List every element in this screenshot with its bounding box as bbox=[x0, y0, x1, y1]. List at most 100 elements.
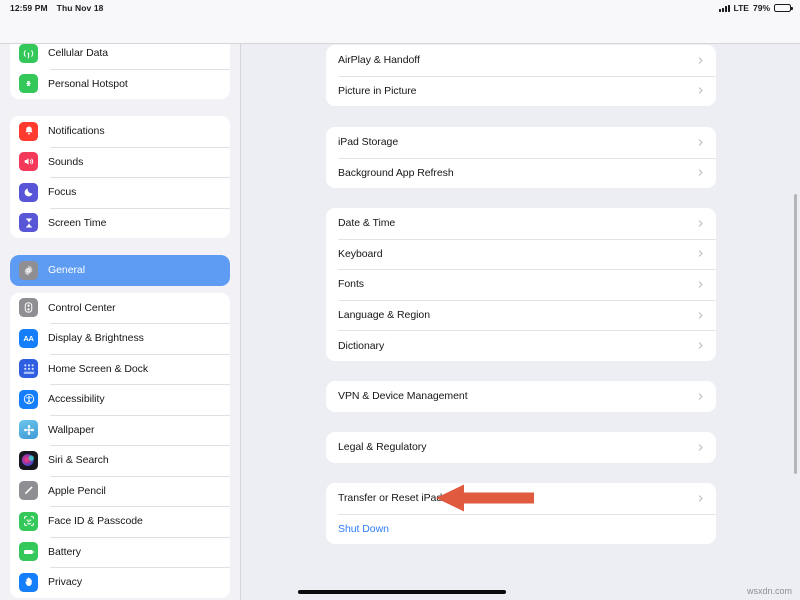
detail-row-label: Legal & Regulatory bbox=[338, 441, 696, 453]
status-date: Thu Nov 18 bbox=[57, 3, 104, 13]
detail-group-storage: iPad Storage Background App Refresh bbox=[326, 127, 716, 188]
moon-icon bbox=[19, 183, 38, 202]
sidebar-item-sounds[interactable]: Sounds bbox=[10, 147, 230, 178]
detail-row-keyboard[interactable]: Keyboard bbox=[326, 239, 716, 270]
status-bar-right: LTE 79% bbox=[719, 3, 791, 13]
sidebar-item-home-screen-dock[interactable]: Home Screen & Dock bbox=[10, 354, 230, 385]
sidebar-item-screen-time[interactable]: Screen Time bbox=[10, 208, 230, 239]
sidebar-item-label: Display & Brightness bbox=[48, 332, 144, 344]
sidebar-item-display-brightness[interactable]: AA Display & Brightness bbox=[10, 323, 230, 354]
status-network-label: LTE bbox=[734, 3, 749, 13]
detail-row-ipad-storage[interactable]: iPad Storage bbox=[326, 127, 716, 158]
cellular-signal-icon bbox=[719, 4, 729, 12]
detail-row-language-region[interactable]: Language & Region bbox=[326, 300, 716, 331]
sidebar-item-control-center[interactable]: Control Center bbox=[10, 293, 230, 324]
detail-row-label: Dictionary bbox=[338, 340, 696, 352]
detail-row-label: Keyboard bbox=[338, 248, 696, 260]
sidebar-item-apple-pencil[interactable]: Apple Pencil bbox=[10, 476, 230, 507]
cellular-antenna-icon bbox=[19, 44, 38, 63]
detail-row-label: Date & Time bbox=[338, 217, 696, 229]
sidebar-item-focus[interactable]: Focus bbox=[10, 177, 230, 208]
sidebar-item-accessibility[interactable]: Accessibility bbox=[10, 384, 230, 415]
sidebar-item-notifications[interactable]: Notifications bbox=[10, 116, 230, 147]
sidebar-item-siri-search[interactable]: Siri & Search bbox=[10, 445, 230, 476]
chevron-right-icon bbox=[696, 311, 705, 320]
chevron-right-icon bbox=[696, 168, 705, 177]
detail-row-transfer-or-reset-ipad[interactable]: Transfer or Reset iPad bbox=[326, 483, 716, 514]
status-time: 12:59 PM bbox=[10, 3, 48, 13]
detail-group-airplay: AirPlay & Handoff Picture in Picture bbox=[326, 45, 716, 106]
sidebar-item-label: Control Center bbox=[48, 302, 116, 314]
sidebar-item-label: Notifications bbox=[48, 125, 105, 137]
sidebar-item-wallpaper[interactable]: Wallpaper bbox=[10, 415, 230, 446]
detail-row-fonts[interactable]: Fonts bbox=[326, 269, 716, 300]
status-bar-left: 12:59 PM Thu Nov 18 bbox=[10, 3, 103, 13]
sidebar-item-cellular-data[interactable]: Cellular Data bbox=[10, 44, 230, 69]
chevron-right-icon bbox=[696, 56, 705, 65]
detail-row-vpn-device-management[interactable]: VPN & Device Management bbox=[326, 381, 716, 412]
detail-row-label: VPN & Device Management bbox=[338, 390, 696, 402]
settings-sidebar[interactable]: Cellular Data Personal Hotspot bbox=[0, 44, 241, 600]
detail-group-localization: Date & Time Keyboard Fonts Language & Re… bbox=[326, 208, 716, 361]
detail-row-shut-down[interactable]: Shut Down bbox=[326, 514, 716, 545]
sidebar-item-label: Apple Pencil bbox=[48, 485, 106, 497]
display-aa-icon: AA bbox=[19, 329, 38, 348]
hourglass-icon bbox=[19, 213, 38, 232]
sidebar-item-label: Sounds bbox=[48, 156, 83, 168]
sidebar-item-personal-hotspot[interactable]: Personal Hotspot bbox=[10, 69, 230, 100]
sidebar-item-general[interactable]: General bbox=[10, 255, 230, 286]
speaker-icon bbox=[19, 152, 38, 171]
sidebar-item-label: General bbox=[48, 264, 85, 276]
detail-group-reset: Transfer or Reset iPad Shut Down bbox=[326, 483, 716, 544]
detail-row-date-time[interactable]: Date & Time bbox=[326, 208, 716, 239]
wallpaper-flower-icon bbox=[19, 420, 38, 439]
sidebar-group-connectivity: Cellular Data Personal Hotspot bbox=[10, 44, 230, 99]
detail-row-label: Background App Refresh bbox=[338, 167, 696, 179]
sidebar-item-face-id-passcode[interactable]: Face ID & Passcode bbox=[10, 506, 230, 537]
detail-row-label: AirPlay & Handoff bbox=[338, 54, 696, 66]
sidebar-item-label: Privacy bbox=[48, 576, 82, 588]
detail-row-picture-in-picture[interactable]: Picture in Picture bbox=[326, 76, 716, 107]
ipad-settings-screen: 12:59 PM Thu Nov 18 LTE 79% Settings Gen… bbox=[0, 0, 800, 600]
vertical-scrollbar[interactable] bbox=[794, 194, 797, 474]
sidebar-item-label: Battery bbox=[48, 546, 81, 558]
detail-row-label: Picture in Picture bbox=[338, 85, 696, 97]
general-settings-pane[interactable]: AirPlay & Handoff Picture in Picture iPa… bbox=[241, 44, 800, 600]
detail-row-label: Transfer or Reset iPad bbox=[338, 492, 696, 504]
battery-icon bbox=[774, 4, 791, 12]
detail-row-airplay-handoff[interactable]: AirPlay & Handoff bbox=[326, 45, 716, 76]
gear-icon bbox=[19, 261, 38, 280]
sidebar-item-battery[interactable]: Battery bbox=[10, 537, 230, 568]
sidebar-group-alerts: Notifications Sounds Foc bbox=[10, 116, 230, 238]
siri-icon bbox=[19, 451, 38, 470]
status-bar: 12:59 PM Thu Nov 18 LTE 79% bbox=[0, 0, 800, 16]
detail-row-legal-regulatory[interactable]: Legal & Regulatory bbox=[326, 432, 716, 463]
detail-group-vpn: VPN & Device Management bbox=[326, 381, 716, 412]
detail-row-dictionary[interactable]: Dictionary bbox=[326, 330, 716, 361]
detail-row-background-app-refresh[interactable]: Background App Refresh bbox=[326, 158, 716, 189]
detail-group-legal: Legal & Regulatory bbox=[326, 432, 716, 463]
sidebar-item-label: Siri & Search bbox=[48, 454, 109, 466]
sidebar-item-privacy[interactable]: Privacy bbox=[10, 567, 230, 598]
chevron-right-icon bbox=[696, 249, 705, 258]
home-indicator bbox=[298, 590, 506, 594]
sidebar-item-label: Cellular Data bbox=[48, 47, 108, 59]
chevron-right-icon bbox=[696, 219, 705, 228]
detail-row-label: Fonts bbox=[338, 278, 696, 290]
accessibility-icon bbox=[19, 390, 38, 409]
battery-icon bbox=[19, 542, 38, 561]
bell-icon bbox=[19, 122, 38, 141]
face-id-icon bbox=[19, 512, 38, 531]
control-center-icon bbox=[19, 298, 38, 317]
chevron-right-icon bbox=[696, 341, 705, 350]
detail-row-label: Language & Region bbox=[338, 309, 696, 321]
chevron-right-icon bbox=[696, 443, 705, 452]
watermark: wsxdn.com bbox=[747, 586, 792, 596]
sidebar-item-label: Focus bbox=[48, 186, 76, 198]
hotspot-link-icon bbox=[19, 74, 38, 93]
sidebar-item-label: Face ID & Passcode bbox=[48, 515, 143, 527]
status-battery-percent: 79% bbox=[753, 3, 770, 13]
apple-pencil-icon bbox=[19, 481, 38, 500]
chevron-right-icon bbox=[696, 86, 705, 95]
sidebar-item-label: Wallpaper bbox=[48, 424, 94, 436]
